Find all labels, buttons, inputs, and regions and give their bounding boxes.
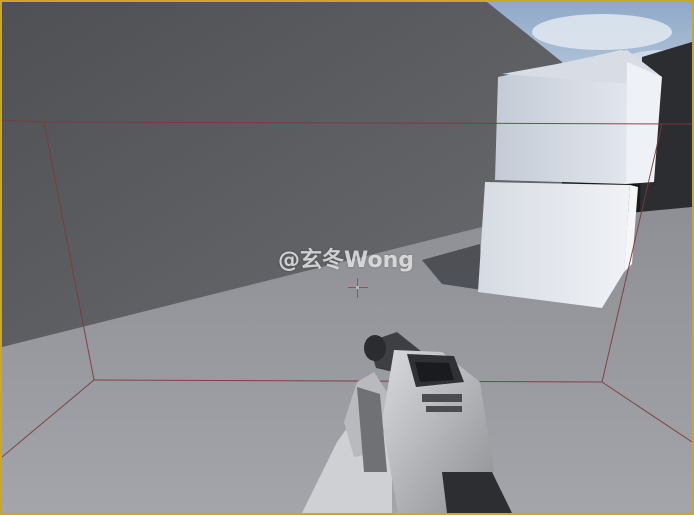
rail [426,406,462,412]
sight-glass [415,362,454,382]
watermark: @玄冬Wong [278,248,415,273]
muzzle [364,335,386,361]
game-viewport[interactable]: @玄冬Wong [0,0,694,515]
rail [422,394,462,402]
cloud [532,14,672,50]
lower-box-front [478,182,630,308]
crosshair-icon [348,278,368,298]
